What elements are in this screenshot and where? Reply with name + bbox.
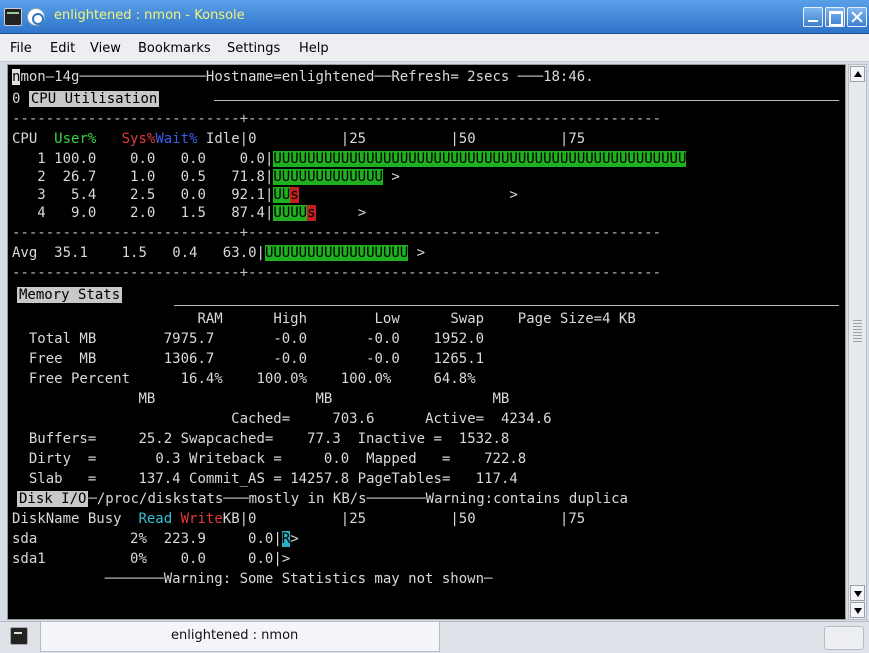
terminal-icon[interactable] xyxy=(10,627,28,645)
tab-session-label: enlightened : nmon xyxy=(171,628,299,643)
memory-detail-row: Buffers= 25.2 Swapcached= 77.3 Inactive … xyxy=(28,431,510,447)
window-titlebar[interactable]: enlightened : nmon - Konsole xyxy=(0,0,869,34)
window-menu-icon[interactable] xyxy=(27,8,45,26)
cpu-user-bar: UUUU xyxy=(273,205,308,221)
maximize-button[interactable] xyxy=(825,7,845,27)
hostname-label: Hostname=enlightened xyxy=(205,69,375,85)
col-wait: Wait% xyxy=(155,131,198,147)
window-title: enlightened : nmon - Konsole xyxy=(54,8,245,23)
menu-bookmarks[interactable]: Bookmarks xyxy=(138,41,211,56)
menu-edit[interactable]: Edit xyxy=(50,41,75,56)
memory-detail-row: Dirty = 0.3 Writeback = 0.0 Mapped = 722… xyxy=(28,451,527,467)
disk-path: /proc/diskstats xyxy=(96,491,224,507)
cpu-section-header: 0 CPU Utilisation xyxy=(12,91,160,108)
col-user: User% xyxy=(54,131,97,147)
disk-row: sda 2% 223.9 0.0|R> xyxy=(12,531,299,547)
scroll-down-arrow-icon[interactable] xyxy=(850,585,865,601)
menu-bar: File Edit View Bookmarks Settings Help xyxy=(0,34,869,62)
cpu-divider-mid: ---------------------------+------------… xyxy=(12,225,662,241)
cpu-sys-bar: s xyxy=(290,187,299,203)
footer-warning-row: ───────Warning: Some Statistics may not … xyxy=(12,571,493,587)
memory-stats-title: Memory Stats xyxy=(17,287,123,303)
scroll-down-arrow-icon[interactable] xyxy=(850,602,865,618)
menu-view[interactable]: View xyxy=(90,41,121,56)
minimize-button[interactable] xyxy=(803,7,823,27)
col-idle: Idle xyxy=(205,131,240,147)
disk-io-title: Disk I/O xyxy=(17,491,89,507)
menu-settings[interactable]: Settings xyxy=(227,41,280,56)
col-sys: Sys% xyxy=(121,131,156,147)
memory-mb-headers: MB MB MB xyxy=(138,391,510,407)
cpu-user-bar: UUUUUUUUUUUUUUUUUUUUUUUUUUUUUUUUUUUUUUUU… xyxy=(273,151,687,167)
cpu-divider-bottom: ---------------------------+------------… xyxy=(12,265,662,281)
clock-time: 18:46. xyxy=(543,69,594,85)
disk-section-header: Disk I/O ─/proc/diskstats───mostly in KB/… xyxy=(17,491,628,507)
cpu-row: 4 9.0 2.0 1.5 87.4|UUUUs > xyxy=(37,205,367,221)
cpu-divider-top: ---------------------------+------------… xyxy=(12,111,662,127)
cpu-scale: |0 |25 |50 |75 xyxy=(239,131,586,147)
scroll-grip-icon[interactable] xyxy=(853,320,862,342)
cpu-row: 1 100.0 0.0 0.0 0.0|UUUUUUUUUUUUUUUUUUUU… xyxy=(37,151,687,167)
terminal-scrollbar[interactable] xyxy=(848,64,867,620)
tab-session[interactable]: enlightened : nmon xyxy=(40,622,440,652)
memory-row: Free Percent 16.4% 100.0% 100.0% 64.8% xyxy=(28,371,476,387)
disk-row: sda1 0% 0.0 0.0|> xyxy=(12,551,291,567)
memory-row: Total MB 7975.7 -0.0 -0.0 1952.0 xyxy=(28,331,485,347)
disk-column-headers: DiskName Busy Read WriteKB|0 |25 |50 |75 xyxy=(12,511,586,527)
footer-warning: Warning: Some Statistics may not shown xyxy=(163,571,485,587)
cpu-row: 3 5.4 2.5 0.0 92.1|UUs > xyxy=(37,187,518,203)
cpu-row: 2 26.7 1.0 0.5 71.8|UUUUUUUUUUUUU > xyxy=(37,169,400,185)
memory-row: Free MB 1306.7 -0.0 -0.0 1265.1 xyxy=(28,351,485,367)
cpu-sys-bar: s xyxy=(307,205,316,221)
konsole-app-icon[interactable] xyxy=(4,8,22,26)
cpu-user-bar: UU xyxy=(273,187,291,203)
cpu-column-headers: CPU User% Sys%Wait% Idle|0 |25 |50 |75 xyxy=(12,131,585,148)
nmon-version: mon—14g xyxy=(20,69,80,85)
tab-bar: enlightened : nmon xyxy=(0,621,869,653)
refresh-label: Refresh= 2secs xyxy=(391,69,510,85)
disk-note: mostly in KB/s xyxy=(248,491,367,507)
menu-file[interactable]: File xyxy=(10,41,32,56)
cpu-utilisation-title: CPU Utilisation xyxy=(28,91,160,107)
memory-detail-row: Slab = 137.4 Commit_AS = 14257.8 PageTab… xyxy=(28,471,518,487)
scroll-up-arrow-icon[interactable] xyxy=(850,66,865,82)
cpu-avg-bar: UUUUUUUUUUUUUUUUU xyxy=(264,245,409,261)
memory-detail-row: Cached= 703.6 Active= 4234.6 xyxy=(231,411,552,427)
menu-help[interactable]: Help xyxy=(299,41,329,56)
row-prefix: 0 xyxy=(12,91,21,107)
nmon-top-line: nmon—14g───────────────Hostname=enlighte… xyxy=(12,69,594,85)
disk-duplicate-warning: Warning:contains duplica xyxy=(425,491,628,507)
terminal-output[interactable]: nmon—14g───────────────Hostname=enlighte… xyxy=(7,64,846,620)
close-button[interactable] xyxy=(847,7,867,27)
disk-read-bar: R xyxy=(281,531,291,547)
cpu-user-bar: UUUUUUUUUUUUU xyxy=(273,169,383,185)
cpu-avg-row: Avg 35.1 1.5 0.4 63.0|UUUUUUUUUUUUUUUUU … xyxy=(12,245,426,261)
col-cpu: CPU xyxy=(12,131,38,147)
new-tab-button[interactable] xyxy=(824,626,864,650)
memory-section-header: Memory Stats xyxy=(17,287,123,304)
memory-column-headers: RAM High Low Swap Page Size=4 KB xyxy=(197,311,636,327)
